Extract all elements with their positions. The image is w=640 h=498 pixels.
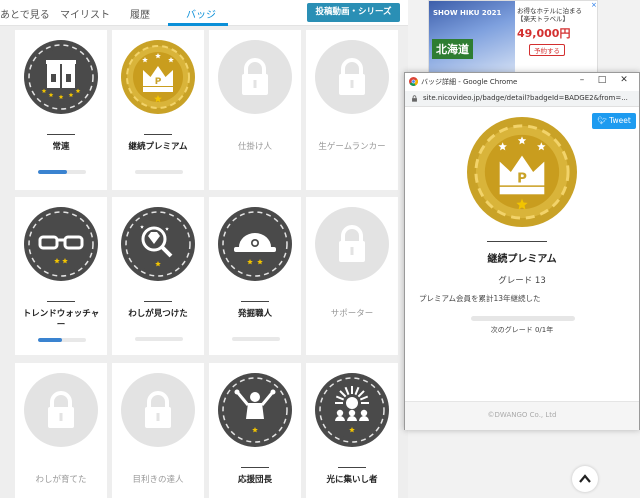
ad-image: SHOW HIKU 2021 北海道 [429,1,515,75]
url-text: site.nicovideo.jp/badge/detail?badgeId=B… [423,94,628,102]
tab-mylist[interactable]: マイリスト [60,6,110,21]
badge-divider [241,301,269,302]
ad-price: 49,000円 [517,27,571,40]
address-bar[interactable]: site.nicovideo.jp/badge/detail?badgeId=B… [405,91,639,107]
badge-card[interactable]: 応援団長 [209,363,301,498]
scroll-to-top-button[interactable] [572,466,598,492]
badge-card[interactable]: わしが育てた [15,363,107,498]
badge-card[interactable]: わしが見つけた [112,197,204,355]
badge-divider [47,301,75,302]
window-titlebar: バッジ詳細 - Google Chrome – □ ✕ [405,73,639,91]
badge-name: 光に集いし者 [326,475,378,485]
lock-icon [218,40,292,114]
badge-progress-bar [38,338,86,342]
twitter-bird-icon: 🐦︎ [597,116,610,125]
badge-card[interactable]: トレンドウォッチャー [15,197,107,355]
badge-name: わしが見つけた [128,309,188,319]
badge-grade: グレード 13 [498,276,546,286]
badge-name: 目利きの達人 [132,475,184,485]
badge-card[interactable]: 目利きの達人 [112,363,204,498]
copyright: ©DWANGO Co., Ltd [487,411,557,419]
badge-progress-bar [135,337,183,341]
minimize-icon[interactable]: – [575,75,589,85]
door-curtain-icon [24,40,98,114]
tab-badges[interactable]: バッジ [186,6,216,21]
badge-card[interactable]: P 継続プレミアム [112,30,204,190]
tweet-button[interactable]: 🐦︎ Tweet [592,113,636,129]
divider [487,241,547,242]
badge-name: 継続プレミアム [128,142,188,152]
cheerleader-icon [218,373,292,447]
ad-region-label: 北海道 [432,39,473,59]
next-grade-progress [471,316,575,321]
badge-card[interactable]: 仕掛け人 [209,30,301,190]
badge-progress-bar [232,337,280,341]
badge-name: トレンドウォッチャー [22,309,100,330]
badge-name: 常連 [52,142,70,152]
next-grade-label: 次のグレード 0/1年 [490,326,554,334]
badge-card[interactable]: 常連 [15,30,107,190]
badge-progress-bar [135,170,183,174]
badge-divider [144,134,172,135]
badge-name: 応援団長 [237,475,272,485]
ad-reserve-button[interactable]: 予約する [529,44,565,56]
badge-divider [144,301,172,302]
lock-icon [121,373,195,447]
badge-name: わしが育てた [35,475,87,485]
lock-icon [24,373,98,447]
badge-description: プレミアム会員を累計13年継続した [419,294,541,303]
badge-large-image: P [467,117,577,227]
window-title: バッジ詳細 - Google Chrome [421,78,518,86]
active-tab-indicator [168,23,228,26]
ad-image-title: SHOW HIKU 2021 [433,9,502,17]
badge-card[interactable]: 生ゲームランカー [306,30,398,190]
close-icon[interactable]: ✕ [617,75,631,85]
badge-name: 仕掛け人 [237,142,272,152]
secure-lock-icon [412,95,417,102]
badge-card[interactable]: サポーター [306,197,398,355]
popup-footer: ©DWANGO Co., Ltd [405,401,639,430]
svg-text:P: P [155,77,162,87]
badge-card[interactable]: 発掘職人 [209,197,301,355]
badge-divider [47,134,75,135]
lock-icon [315,40,389,114]
glasses-icon [24,207,98,281]
chrome-logo-icon [409,77,418,86]
badge-detail-window: バッジ詳細 - Google Chrome – □ ✕ site.nicovid… [404,72,640,430]
crowd-light-icon [315,373,389,447]
badge-divider [338,467,366,468]
crown-icon: P [121,40,195,114]
ad-close-icon[interactable]: × [591,1,597,9]
ad-headline: お得なホテルに泊まる 【楽天トラベル】 [517,7,582,23]
chevron-up-icon [579,474,591,483]
badge-card[interactable]: 光に集いし者 [306,363,398,498]
badge-progress-bar [38,170,86,174]
maximize-icon[interactable]: □ [595,75,609,85]
magnifier-diamond-icon [121,207,195,281]
miner-helmet-icon [218,207,292,281]
badge-title: 継続プレミアム [487,254,557,265]
badge-name: 発掘職人 [237,309,272,319]
svg-text:P: P [517,171,527,186]
badge-name: 生ゲームランカー [318,142,386,152]
tab-watch-later[interactable]: あとで見る [0,6,50,21]
tab-history[interactable]: 履歴 [130,6,150,21]
badge-name: サポーター [330,309,374,319]
lock-icon [315,207,389,281]
badge-divider [241,467,269,468]
ad-banner[interactable]: SHOW HIKU 2021 北海道 お得なホテルに泊まる 【楽天トラベル】 4… [428,0,598,76]
posted-videos-button[interactable]: 投稿動画・シリーズ [307,3,400,22]
top-navigation: あとで見る マイリスト 履歴 バッジ 投稿動画・シリーズ [0,0,408,26]
